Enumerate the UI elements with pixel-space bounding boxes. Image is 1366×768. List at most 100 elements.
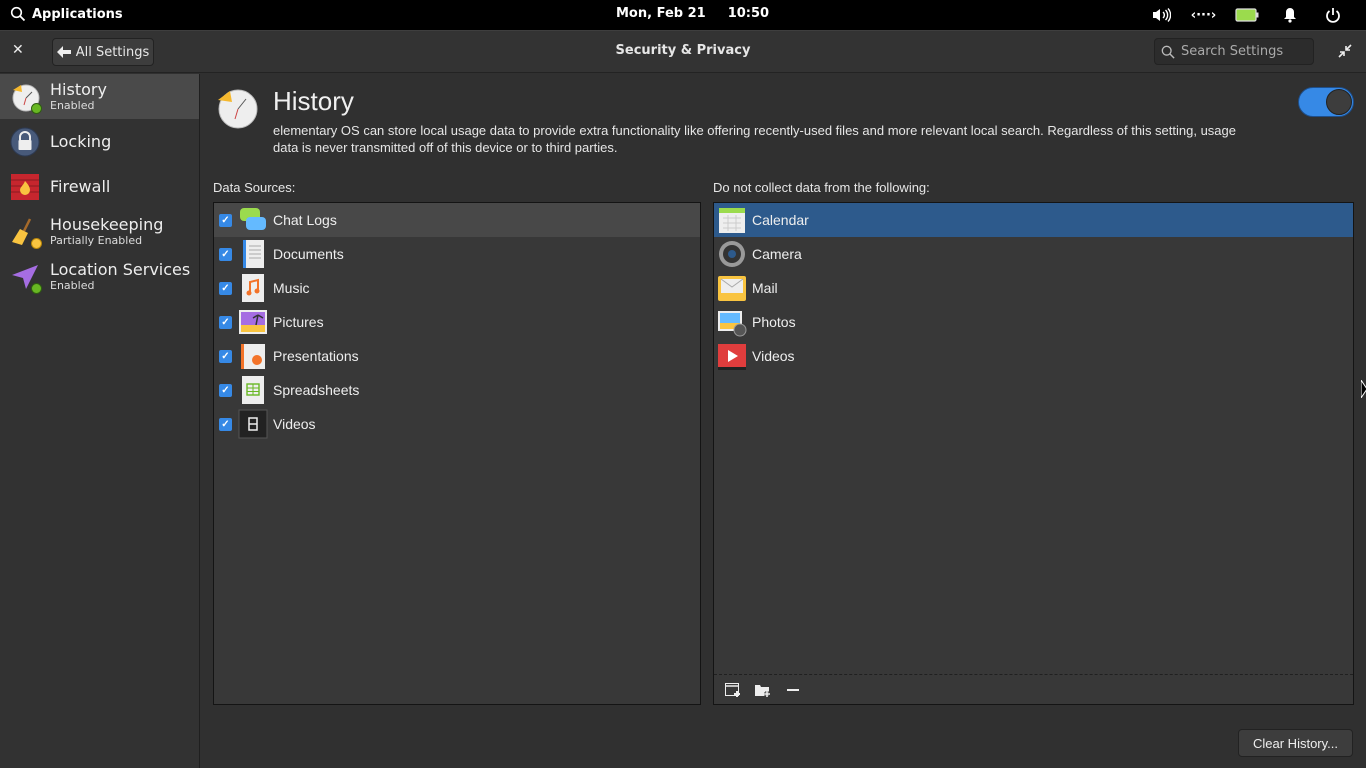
unmaximize-icon[interactable] <box>1338 43 1352 62</box>
add-folder-icon[interactable] <box>754 681 772 699</box>
mail-icon <box>718 276 746 301</box>
checkbox[interactable]: ✓ <box>219 315 232 329</box>
data-source-row-music[interactable]: ✓ Music <box>214 271 700 305</box>
photos-icon <box>718 311 747 337</box>
excluded-app-label: Calendar <box>752 212 809 228</box>
camera-icon <box>719 241 745 267</box>
music-icon <box>242 274 264 302</box>
header-bar: ✕ All Settings Security & Privacy <box>0 30 1366 73</box>
chat-icon <box>240 208 266 230</box>
time-text: 10:50 <box>727 6 770 21</box>
all-settings-button[interactable]: All Settings <box>52 38 154 66</box>
excluded-app-label: Camera <box>752 246 802 262</box>
mouse-cursor-icon <box>1361 380 1366 398</box>
excluded-apps-list: Calendar Camera Mail Photos Videos <box>713 202 1354 705</box>
power-icon[interactable] <box>1311 4 1354 26</box>
data-source-label: Music <box>273 280 310 296</box>
network-icon[interactable]: ‹···› <box>1182 4 1225 26</box>
excluded-apps-toolbar <box>714 674 1353 704</box>
videos-app-icon <box>718 344 746 370</box>
location-arrow-icon <box>10 262 42 294</box>
firewall-icon <box>10 172 40 202</box>
data-source-label: Videos <box>273 416 316 432</box>
sidebar-item-label: Firewall <box>50 176 111 196</box>
remove-icon[interactable] <box>784 681 802 699</box>
all-settings-label: All Settings <box>75 44 150 60</box>
data-source-row-videos[interactable]: ✓ Videos <box>214 407 700 441</box>
checkbox[interactable]: ✓ <box>219 383 232 397</box>
data-source-label: Chat Logs <box>273 212 337 228</box>
sidebar-item-status: Enabled <box>50 99 95 112</box>
excluded-app-label: Photos <box>752 314 796 330</box>
arrow-left-icon <box>56 46 71 58</box>
search-input[interactable] <box>1181 44 1301 59</box>
spreadsheet-icon <box>242 376 264 404</box>
pictures-icon <box>239 310 267 334</box>
exclude-label: Do not collect data from the following: <box>713 180 930 195</box>
top-panel: Applications Mon, Feb 21 10:50 ‹···› <box>0 0 1366 30</box>
applications-label: Applications <box>32 6 123 22</box>
data-sources-list: ✓ Chat Logs ✓ Documents ✓ Music ✓ Pictur… <box>213 202 701 705</box>
checkbox[interactable]: ✓ <box>219 417 232 431</box>
excluded-app-label: Mail <box>752 280 778 296</box>
datetime-indicator[interactable]: Mon, Feb 21 10:50 <box>616 6 769 21</box>
excluded-app-label: Videos <box>752 348 795 364</box>
presentation-icon <box>241 344 265 369</box>
excluded-app-row-photos[interactable]: Photos <box>714 305 1353 339</box>
data-source-label: Presentations <box>273 348 359 364</box>
close-icon[interactable]: ✕ <box>12 42 24 58</box>
history-toggle-switch[interactable] <box>1298 87 1354 117</box>
data-source-row-spreadsheets[interactable]: ✓ Spreadsheets <box>214 373 700 407</box>
history-page: History elementary OS can store local us… <box>201 74 1366 768</box>
applications-menu[interactable]: Applications <box>10 6 123 22</box>
sidebar-item-housekeeping[interactable]: Housekeeping Partially Enabled <box>0 209 199 254</box>
excluded-app-row-camera[interactable]: Camera <box>714 237 1353 271</box>
add-app-icon[interactable] <box>724 681 742 699</box>
history-clock-icon <box>10 82 42 114</box>
sidebar-item-label: Locking <box>50 131 112 151</box>
data-source-row-chat-logs[interactable]: ✓ Chat Logs <box>214 203 700 237</box>
notifications-icon[interactable] <box>1268 4 1311 26</box>
data-source-row-documents[interactable]: ✓ Documents <box>214 237 700 271</box>
lock-icon <box>10 127 40 157</box>
toggle-knob <box>1326 89 1352 115</box>
page-title: History <box>273 86 354 116</box>
sidebar-item-status: Enabled <box>50 279 95 292</box>
battery-icon[interactable] <box>1225 4 1268 26</box>
page-description: elementary OS can store local usage data… <box>273 123 1236 155</box>
status-enabled-icon <box>31 282 42 294</box>
data-source-label: Documents <box>273 246 344 262</box>
sidebar: History Enabled Locking Firewall Housekee… <box>0 74 200 768</box>
data-source-row-pictures[interactable]: ✓ Pictures <box>214 305 700 339</box>
excluded-app-row-calendar[interactable]: Calendar <box>714 203 1353 237</box>
checkbox[interactable]: ✓ <box>219 349 232 363</box>
broom-icon <box>10 217 42 249</box>
history-clock-icon <box>218 89 258 129</box>
sidebar-item-firewall[interactable]: Firewall <box>0 164 199 209</box>
status-enabled-icon <box>31 102 42 114</box>
data-source-label: Pictures <box>273 314 324 330</box>
sidebar-item-location-services[interactable]: Location Services Enabled <box>0 254 199 299</box>
checkbox[interactable]: ✓ <box>219 281 232 295</box>
sidebar-item-history[interactable]: History Enabled <box>0 74 199 119</box>
search-icon <box>1161 45 1175 59</box>
search-field[interactable] <box>1154 38 1314 65</box>
checkbox[interactable]: ✓ <box>219 213 232 227</box>
checkbox[interactable]: ✓ <box>219 247 232 261</box>
excluded-app-row-videos[interactable]: Videos <box>714 339 1353 373</box>
sidebar-item-label: History <box>50 80 107 99</box>
sidebar-item-status: Partially Enabled <box>50 234 143 247</box>
clear-history-button[interactable]: Clear History... <box>1238 729 1353 757</box>
volume-icon[interactable] <box>1139 4 1182 26</box>
date-text: Mon, Feb 21 <box>616 6 706 21</box>
data-source-label: Spreadsheets <box>273 382 360 398</box>
data-sources-label: Data Sources: <box>213 180 296 195</box>
search-icon <box>10 6 26 22</box>
document-icon <box>243 240 264 268</box>
sidebar-item-locking[interactable]: Locking <box>0 119 199 164</box>
excluded-app-row-mail[interactable]: Mail <box>714 271 1353 305</box>
sidebar-item-label: Location Services <box>50 260 191 279</box>
indicators: ‹···› <box>1139 4 1354 26</box>
video-file-icon <box>238 409 268 439</box>
data-source-row-presentations[interactable]: ✓ Presentations <box>214 339 700 373</box>
